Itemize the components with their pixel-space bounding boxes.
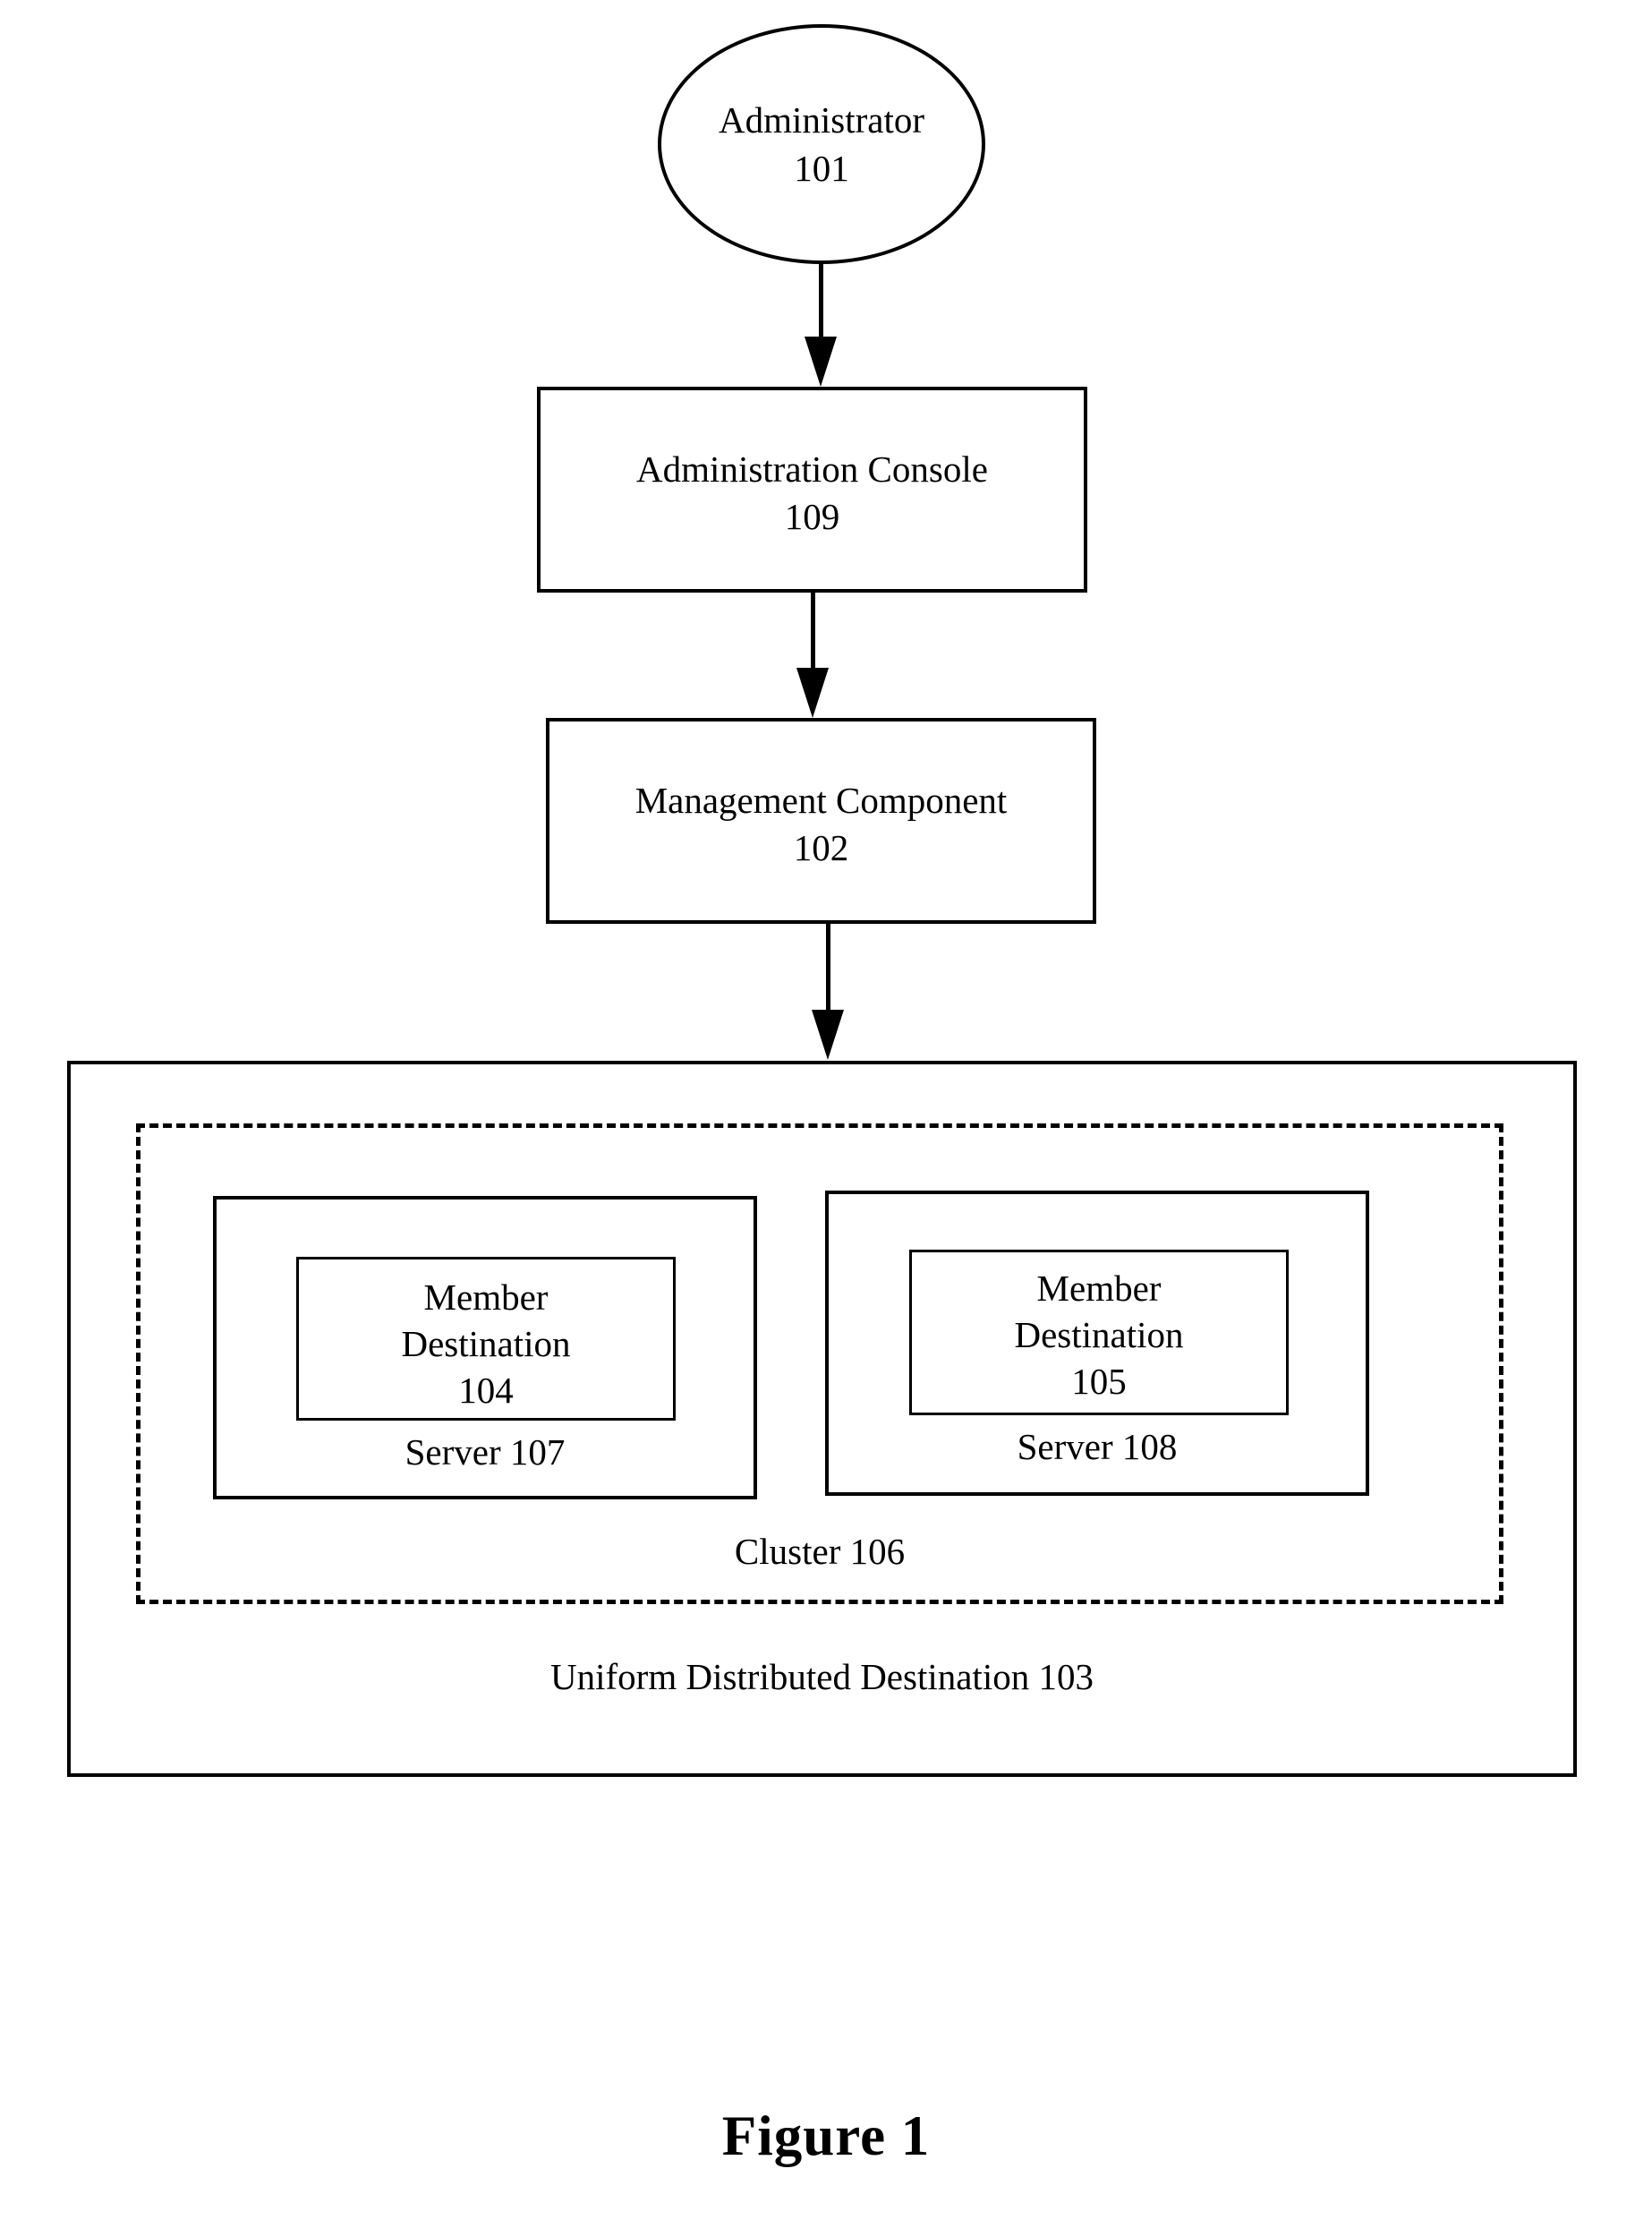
administrator-ref: 101 — [794, 148, 849, 189]
member-destination-104-ref: 104 — [458, 1370, 514, 1411]
server-107-node: Member Destination 104 Server 107 — [213, 1196, 757, 1499]
management-component-node: Management Component 102 — [546, 718, 1096, 924]
cluster-label: Cluster 106 — [734, 1531, 906, 1572]
administration-console-node: Administration Console 109 — [537, 387, 1087, 593]
uniform-distributed-destination-label: Uniform Distributed Destination 103 — [550, 1656, 1094, 1697]
uniform-distributed-destination-node: Member Destination 104 Server 107 Member… — [67, 1061, 1577, 1777]
figure-caption: Figure 1 — [721, 2105, 931, 2167]
member-destination-104-line2: Destination — [401, 1323, 571, 1364]
arrow-shaft — [819, 262, 823, 339]
management-component-label: Management Component — [634, 780, 1008, 821]
member-destination-105-node: Member Destination 105 — [909, 1250, 1289, 1415]
arrow-shaft — [811, 593, 815, 670]
server-107-label: Server 107 — [404, 1431, 566, 1473]
figure-canvas: Administrator 101 Administration Console… — [0, 0, 1652, 2220]
administrator-label: Administrator — [718, 99, 925, 141]
arrow-head — [812, 1010, 844, 1060]
member-destination-105-line1: Member — [1036, 1268, 1162, 1309]
administrator-node: Administrator 101 — [658, 24, 985, 264]
server-108-label: Server 108 — [1017, 1426, 1178, 1467]
member-destination-104-node: Member Destination 104 — [296, 1257, 676, 1421]
management-component-ref: 102 — [793, 827, 849, 868]
member-destination-105-ref: 105 — [1071, 1361, 1127, 1402]
cluster-node: Member Destination 104 Server 107 Member… — [136, 1123, 1503, 1604]
member-destination-105-line2: Destination — [1014, 1314, 1184, 1355]
administration-console-label: Administration Console — [636, 448, 988, 490]
arrow-head — [796, 668, 829, 718]
arrow-shaft — [826, 924, 830, 1012]
member-destination-104-line1: Member — [423, 1276, 549, 1318]
administration-console-ref: 109 — [784, 496, 840, 537]
server-108-node: Member Destination 105 Server 108 — [825, 1191, 1369, 1496]
arrow-head — [805, 337, 837, 387]
